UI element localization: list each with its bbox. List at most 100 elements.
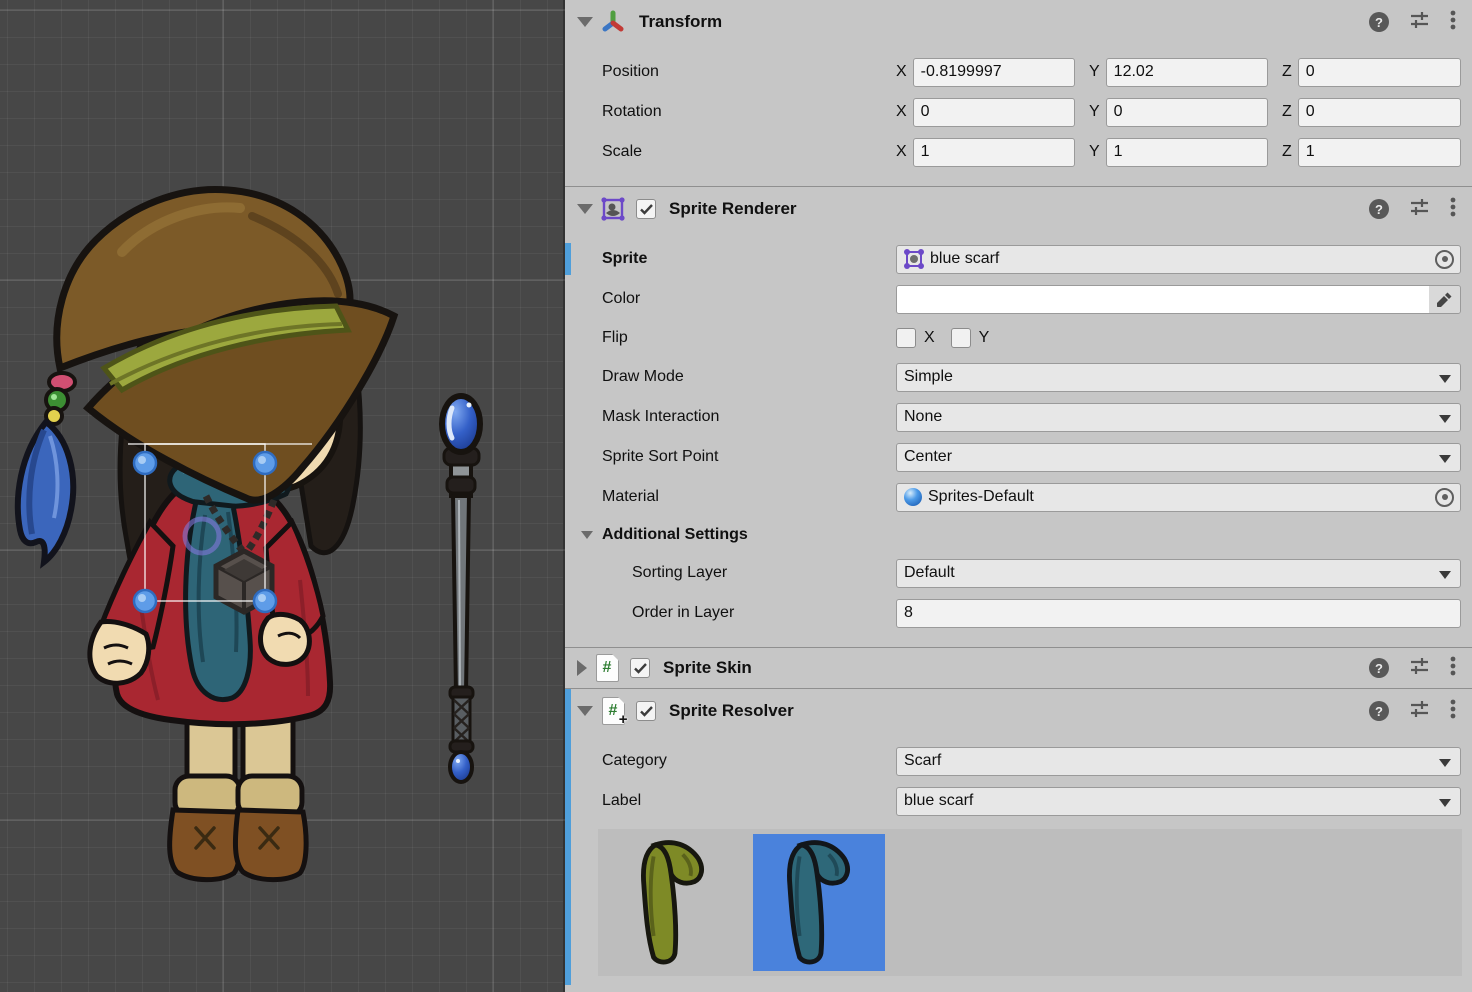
- sprite-object-field[interactable]: blue scarf: [896, 245, 1461, 274]
- position-x-field[interactable]: -0.8199997: [913, 58, 1075, 87]
- color-row: Color: [565, 279, 1472, 319]
- selection-handle: [254, 590, 276, 612]
- component-enabled-checkbox[interactable]: [636, 199, 656, 219]
- component-title: Sprite Skin: [663, 658, 752, 678]
- draw-mode-row: Draw Mode Simple: [565, 357, 1472, 397]
- transform-component: Transform ? Position X-0.8199997 Y12.02 …: [565, 0, 1472, 186]
- inspector-panel: Transform ? Position X-0.8199997 Y12.02 …: [565, 0, 1472, 992]
- material-object-field[interactable]: Sprites-Default: [896, 483, 1461, 512]
- chevron-down-icon: [1439, 455, 1451, 463]
- rotation-z-field[interactable]: 0: [1298, 98, 1461, 127]
- staff-sprite[interactable]: [442, 396, 480, 782]
- variant-blue-scarf-selected[interactable]: [753, 834, 885, 971]
- kebab-menu-icon[interactable]: [1450, 10, 1456, 35]
- order-in-layer-row: Order in Layer 8: [565, 593, 1472, 633]
- chevron-down-icon: [1439, 759, 1451, 767]
- field-label: Position: [565, 63, 896, 81]
- sorting-layer-row: Sorting Layer Default: [565, 553, 1472, 593]
- label-dropdown[interactable]: blue scarf: [896, 787, 1461, 816]
- component-title: Transform: [639, 12, 722, 32]
- kebab-menu-icon[interactable]: [1450, 197, 1456, 222]
- selection-handle: [134, 590, 156, 612]
- field-label: Flip: [565, 329, 896, 347]
- material-sphere-icon: [904, 488, 922, 506]
- scale-z-field[interactable]: 1: [1298, 138, 1461, 167]
- sprite-renderer-component: Sprite Renderer ? Sprite blue scarf: [565, 186, 1472, 647]
- field-label: Mask Interaction: [565, 408, 896, 426]
- color-swatch[interactable]: [897, 286, 1429, 313]
- flip-y-label: Y: [979, 329, 990, 347]
- character-sprite[interactable]: [18, 189, 394, 879]
- object-picker-icon[interactable]: [1435, 488, 1454, 507]
- object-picker-icon[interactable]: [1435, 250, 1454, 269]
- help-icon[interactable]: ?: [1369, 701, 1389, 721]
- kebab-menu-icon[interactable]: [1450, 656, 1456, 681]
- transform-header[interactable]: Transform ?: [565, 0, 1472, 44]
- presets-icon[interactable]: [1410, 197, 1429, 221]
- rotation-x-field[interactable]: 0: [913, 98, 1075, 127]
- additional-settings-foldout[interactable]: Additional Settings: [565, 517, 1472, 553]
- presets-icon[interactable]: [1410, 699, 1429, 723]
- color-swatch-field[interactable]: [896, 285, 1461, 314]
- mask-interaction-row: Mask Interaction None: [565, 397, 1472, 437]
- help-icon[interactable]: ?: [1369, 12, 1389, 32]
- draw-mode-dropdown[interactable]: Simple: [896, 363, 1461, 392]
- foldout-expanded-icon[interactable]: [577, 17, 593, 27]
- sprite-resolver-header[interactable]: #+ Sprite Resolver ?: [565, 689, 1472, 733]
- category-dropdown[interactable]: Scarf: [896, 747, 1461, 776]
- axis-y-label: Y: [1089, 143, 1100, 161]
- component-enabled-checkbox[interactable]: [630, 658, 650, 678]
- unity-editor: Transform ? Position X-0.8199997 Y12.02 …: [0, 0, 1472, 992]
- field-label: Scale: [565, 143, 896, 161]
- sorting-layer-dropdown[interactable]: Default: [896, 559, 1461, 588]
- presets-icon[interactable]: [1410, 656, 1429, 680]
- sprite-skin-component: # Sprite Skin ?: [565, 647, 1472, 688]
- field-label: Sorting Layer: [565, 564, 896, 582]
- scene-view[interactable]: [0, 0, 565, 992]
- position-z-field[interactable]: 0: [1298, 58, 1461, 87]
- foldout-collapsed-icon[interactable]: [577, 660, 587, 676]
- sprite-sort-point-dropdown[interactable]: Center: [896, 443, 1461, 472]
- scale-x-field[interactable]: 1: [913, 138, 1075, 167]
- component-enabled-checkbox[interactable]: [636, 701, 656, 721]
- help-icon[interactable]: ?: [1369, 199, 1389, 219]
- rotation-row: Rotation X0 Y0 Z0: [565, 92, 1472, 132]
- script-plus-icon: #+: [600, 698, 626, 724]
- variant-green-scarf[interactable]: [607, 834, 739, 971]
- rotation-y-field[interactable]: 0: [1106, 98, 1268, 127]
- selection-handle: [254, 452, 276, 474]
- scene-canvas[interactable]: [0, 0, 565, 992]
- axis-x-label: X: [896, 103, 907, 121]
- chevron-down-icon: [1439, 415, 1451, 423]
- mask-interaction-dropdown[interactable]: None: [896, 403, 1461, 432]
- axis-z-label: Z: [1282, 143, 1292, 161]
- flip-y-checkbox[interactable]: [951, 328, 971, 348]
- axis-y-label: Y: [1089, 103, 1100, 121]
- selection-handle: [134, 452, 156, 474]
- sprite-skin-header[interactable]: # Sprite Skin ?: [565, 648, 1472, 688]
- field-label: Sprite Sort Point: [565, 448, 896, 466]
- sprite-sort-point-row: Sprite Sort Point Center: [565, 437, 1472, 477]
- hat-beads: [46, 373, 75, 424]
- presets-icon[interactable]: [1410, 10, 1429, 34]
- sprite-row: Sprite blue scarf: [565, 239, 1472, 279]
- field-label: Order in Layer: [565, 604, 896, 622]
- material-row: Material Sprites-Default: [565, 477, 1472, 517]
- scale-y-field[interactable]: 1: [1106, 138, 1268, 167]
- flip-x-checkbox[interactable]: [896, 328, 916, 348]
- eyedropper-icon[interactable]: [1429, 286, 1460, 313]
- help-icon[interactable]: ?: [1369, 658, 1389, 678]
- sprite-renderer-header[interactable]: Sprite Renderer ?: [565, 187, 1472, 231]
- chevron-down-icon: [1439, 799, 1451, 807]
- kebab-menu-icon[interactable]: [1450, 699, 1456, 724]
- order-in-layer-field[interactable]: 8: [896, 599, 1461, 628]
- field-label: Label: [565, 792, 896, 810]
- scale-row: Scale X1 Y1 Z1: [565, 132, 1472, 172]
- foldout-expanded-icon[interactable]: [581, 531, 593, 539]
- foldout-expanded-icon[interactable]: [577, 706, 593, 716]
- sprite-object-value: blue scarf: [930, 250, 999, 268]
- flip-x-label: X: [924, 329, 935, 347]
- field-label: Category: [565, 752, 896, 770]
- position-y-field[interactable]: 12.02: [1106, 58, 1268, 87]
- foldout-expanded-icon[interactable]: [577, 204, 593, 214]
